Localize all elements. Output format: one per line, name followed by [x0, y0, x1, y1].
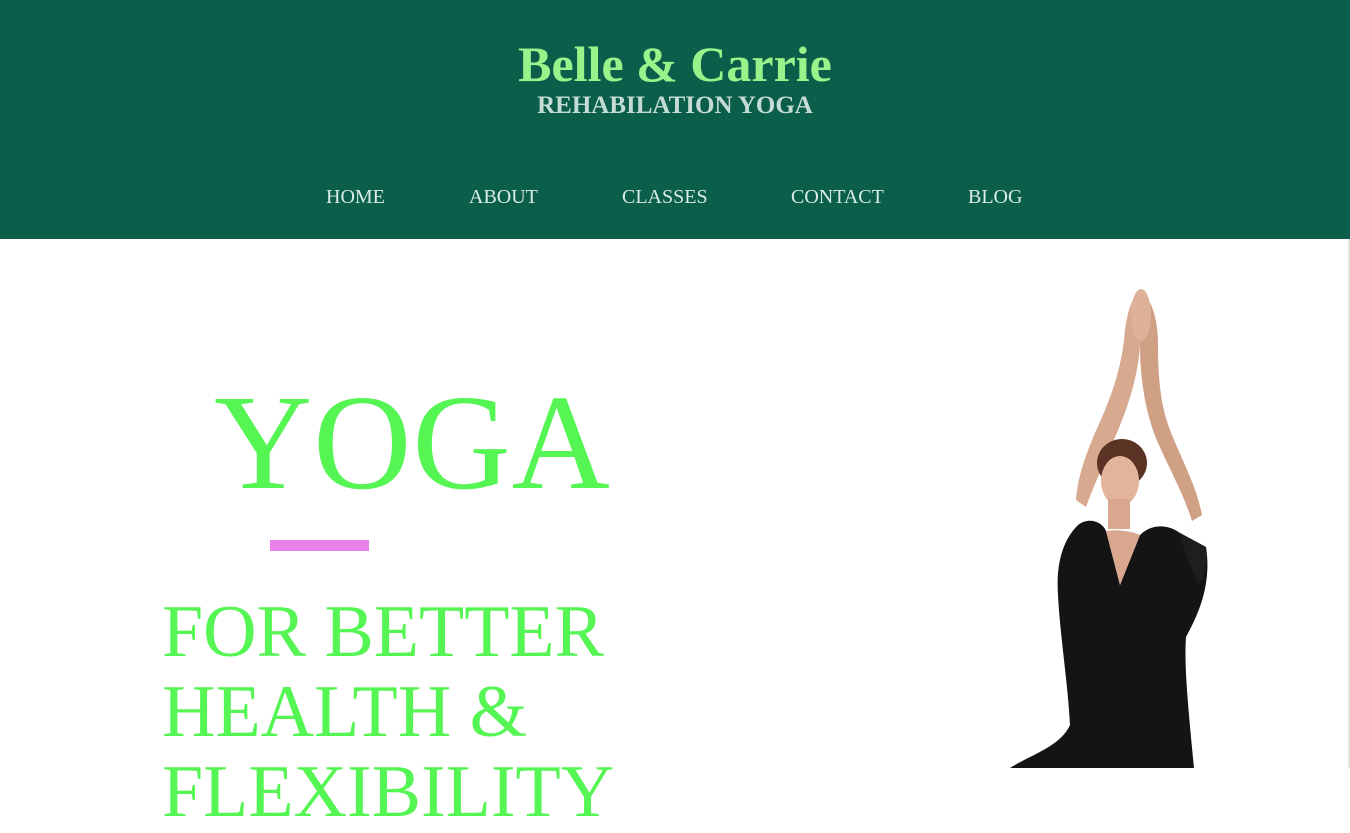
brand-title[interactable]: Belle & Carrie — [0, 34, 1350, 94]
nav-item-about[interactable]: ABOUT — [469, 185, 538, 209]
hero-tagline: FOR BETTER HEALTH & FLEXIBILITY — [162, 591, 615, 833]
brand-subtitle: REHABILATION YOGA — [537, 92, 813, 119]
nav-item-home[interactable]: HOME — [326, 185, 385, 209]
accent-divider — [270, 540, 369, 551]
hero-title: YOGA — [214, 368, 611, 518]
nav-item-contact[interactable]: CONTACT — [791, 185, 884, 209]
yoga-woman-image — [1010, 289, 1208, 768]
site-header: Belle & Carrie REHABILATION YOGA HOME AB… — [0, 0, 1350, 239]
nav-item-classes[interactable]: CLASSES — [622, 185, 708, 209]
nav-item-blog[interactable]: BLOG — [968, 185, 1022, 209]
